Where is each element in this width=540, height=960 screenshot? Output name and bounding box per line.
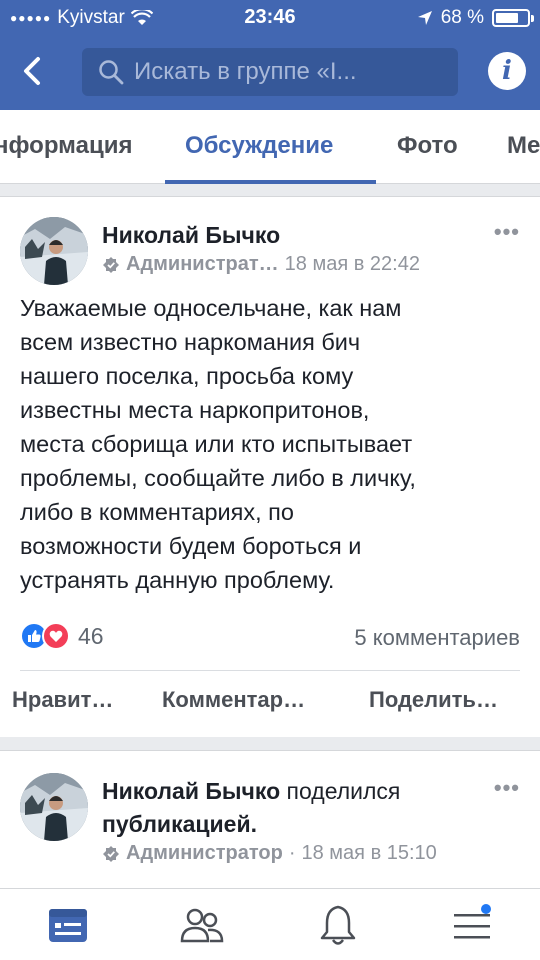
post-author[interactable]: Николай Бычко (102, 222, 280, 249)
info-icon[interactable]: i (488, 52, 526, 90)
search-placeholder: Искать в группе «I... (134, 58, 357, 85)
active-tab-indicator (165, 180, 376, 184)
comments-count[interactable]: 5 комментариев (354, 625, 520, 651)
post-meta: Администратор · 18 мая в 15:10 (102, 842, 437, 865)
post-text: Уважаемые односельчане, как нам всем изв… (20, 295, 416, 593)
post-author[interactable]: Николай Бычко (102, 778, 280, 804)
app-header: ●●●●● Kyivstar 23:46 68 % Искать в групп… (0, 0, 540, 110)
location-icon (417, 11, 432, 25)
group-tabs: нформация Обсуждение Фото Ме (0, 110, 540, 184)
menu-icon[interactable] (448, 901, 496, 949)
post-card: Николай Бычко поделился публикацией. Адм… (0, 750, 540, 890)
tab-info[interactable]: нформация (0, 132, 132, 160)
meta-separator: · (288, 842, 296, 864)
shared-publication-link[interactable]: публикацией. (102, 811, 257, 837)
tab-more[interactable]: Ме (507, 132, 540, 160)
love-reaction-icon (42, 622, 70, 650)
post-card: Николай Бычко Администрат… 18 мая в 22:4… (0, 196, 540, 737)
avatar-photo (20, 217, 88, 285)
bottom-tab-bar (0, 888, 540, 960)
reactions-summary[interactable]: 46 (20, 622, 104, 650)
comment-button[interactable]: Комментар… (162, 687, 305, 713)
like-button[interactable]: Нравит… (12, 687, 113, 713)
feed-icon[interactable] (44, 901, 92, 949)
search-icon (99, 60, 124, 85)
battery-percent: 68 % (440, 7, 484, 28)
battery-icon (492, 9, 534, 27)
friends-icon[interactable] (178, 901, 226, 949)
post-actions: Нравит… Комментар… Поделить… (0, 687, 540, 727)
post-role[interactable]: Администратор (126, 842, 283, 865)
avatar[interactable] (20, 217, 88, 285)
tab-discussion[interactable]: Обсуждение (185, 132, 333, 160)
back-arrow-icon[interactable] (18, 56, 48, 86)
status-bar: ●●●●● Kyivstar 23:46 68 % (0, 0, 540, 36)
avatar[interactable] (20, 773, 88, 841)
nav-bar: Искать в группе «I... i (0, 46, 540, 98)
more-icon[interactable]: ••• (494, 219, 520, 245)
more-icon[interactable]: ••• (494, 775, 520, 801)
avatar-photo (20, 773, 88, 841)
post-author-line: Николай Бычко поделился публикацией. (102, 775, 482, 841)
admin-badge-icon (103, 845, 119, 862)
post-meta: Администрат… 18 мая в 22:42 (102, 253, 420, 276)
share-button[interactable]: Поделить… (369, 687, 498, 713)
bell-icon[interactable] (314, 901, 362, 949)
post-date[interactable]: 18 мая в 15:10 (302, 842, 437, 865)
admin-badge-icon (103, 256, 119, 273)
post-role[interactable]: Администрат… (126, 253, 279, 276)
reactions-count: 46 (78, 622, 104, 649)
divider (20, 670, 520, 671)
tab-photos[interactable]: Фото (397, 132, 458, 160)
post-date[interactable]: 18 мая в 22:42 (285, 253, 420, 276)
shared-text: поделился (286, 778, 401, 804)
search-input[interactable]: Искать в группе «I... (82, 48, 458, 96)
